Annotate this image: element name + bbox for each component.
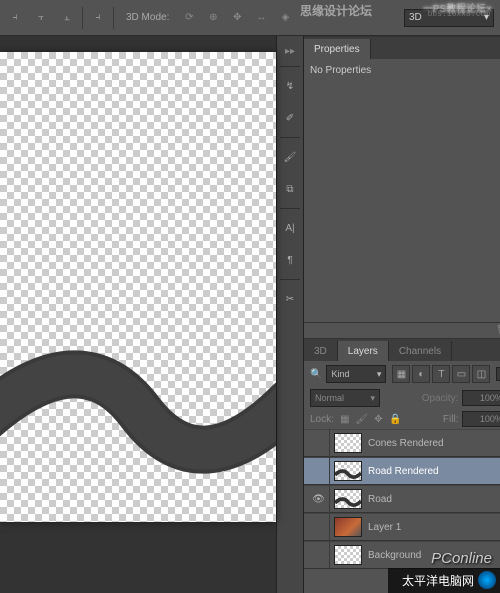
layer-row[interactable]: Road Rendered <box>304 457 500 485</box>
fill-field[interactable]: 100%▾ <box>462 411 500 427</box>
pan-icon[interactable]: ✥ <box>227 9 247 27</box>
fill-label: Fill: <box>443 414 459 425</box>
tab-properties[interactable]: Properties <box>304 39 371 59</box>
tab-layers[interactable]: Layers <box>338 341 389 361</box>
history-icon[interactable]: ↯ <box>277 73 303 99</box>
lock-all-icon[interactable]: 🔒 <box>388 412 402 426</box>
layers-panel-menu-icon[interactable]: ▾≡ <box>496 350 500 361</box>
blend-mode-select[interactable]: Normal ▾ <box>310 389 380 407</box>
brush-presets-icon[interactable]: ✐ <box>277 105 303 131</box>
filter-pixel-icon[interactable]: ▦ <box>392 365 410 383</box>
properties-empty-area <box>304 82 500 322</box>
mode-label: 3D Mode: <box>126 12 169 23</box>
collapsed-panel-strip: ▸▸ ↯ ✐ 🖌 ⧉ A| ¶ ✂ <box>276 36 304 593</box>
opacity-field[interactable]: 100%▾ <box>462 390 500 406</box>
dropdown-caret-icon: ▾ <box>377 369 382 380</box>
layers-panel: 3D Layers Channels ▾≡ 🔍 Kind ▾ ▦ ◐ T ▭ ◫ <box>304 338 500 569</box>
layer-thumb[interactable] <box>334 517 362 537</box>
layer-list: Cones Rendered Road Rendered 👁 Road <box>304 429 500 569</box>
distribute-icon[interactable]: ⫞ <box>89 9 107 27</box>
orbit-icon[interactable]: ⟳ <box>179 9 199 27</box>
slide-icon[interactable]: ↔ <box>251 9 271 27</box>
layer-row[interactable]: Cones Rendered <box>304 429 500 457</box>
tool-presets-icon[interactable]: ✂ <box>277 286 303 312</box>
filter-type-icon[interactable]: T <box>432 365 450 383</box>
search-icon: 🔍 <box>310 369 322 380</box>
blend-mode-value: Normal <box>315 393 344 403</box>
opacity-label: Opacity: <box>422 393 459 404</box>
road-path <box>0 52 276 522</box>
no-properties-label: No Properties <box>310 65 500 76</box>
filter-shape-icon[interactable]: ▭ <box>452 365 470 383</box>
lock-label: Lock: <box>310 414 334 425</box>
filter-kind-select[interactable]: Kind ▾ <box>326 365 386 383</box>
paragraph-icon[interactable]: ¶ <box>277 247 303 273</box>
panel-menu-icon[interactable]: ▾≡ <box>496 48 500 59</box>
top-select-3d[interactable]: 3D ▾ <box>404 9 494 27</box>
layer-row[interactable]: Background 🔒 <box>304 541 500 569</box>
filter-kind-label: Kind <box>331 369 349 379</box>
layer-thumb[interactable] <box>334 433 362 453</box>
tab-3d[interactable]: 3D <box>304 341 338 361</box>
trash-icon[interactable]: 🗑 <box>494 325 500 336</box>
align-right-edges-icon[interactable]: ⫠ <box>58 9 76 27</box>
visibility-toggle[interactable]: 👁 <box>308 485 330 513</box>
lock-image-icon[interactable]: 🖌 <box>355 412 369 426</box>
canvas-area <box>0 36 276 593</box>
layer-name: Cones Rendered <box>368 438 444 449</box>
filter-adjust-icon[interactable]: ◐ <box>412 365 430 383</box>
layer-name: Background <box>368 550 421 561</box>
layer-name: Road Rendered <box>368 466 439 477</box>
visibility-toggle[interactable] <box>308 541 330 569</box>
top-select-value: 3D <box>409 12 422 23</box>
filter-toggle[interactable] <box>496 367 500 381</box>
roll-icon[interactable]: ⊕ <box>203 9 223 27</box>
layer-name: Road <box>368 494 392 505</box>
options-bar: ⫞ ⫟ ⫠ ⫞ 3D Mode: ⟳ ⊕ ✥ ↔ ◈ 3D ▾ <box>0 0 500 36</box>
tab-channels[interactable]: Channels <box>389 341 452 361</box>
clone-source-icon[interactable]: ⧉ <box>277 176 303 202</box>
filter-smart-icon[interactable]: ◫ <box>472 365 490 383</box>
layer-name: Layer 1 <box>368 522 401 533</box>
scale-icon[interactable]: ◈ <box>275 9 295 27</box>
brush-icon[interactable]: 🖌 <box>277 144 303 170</box>
panel-handle-icon[interactable]: ▸▸ <box>287 42 293 60</box>
document-canvas[interactable] <box>0 52 276 522</box>
dropdown-caret-icon: ▾ <box>484 12 489 23</box>
character-icon[interactable]: A| <box>277 215 303 241</box>
layer-row[interactable]: Layer 1 <box>304 513 500 541</box>
eye-icon: 👁 <box>312 494 325 505</box>
layer-row[interactable]: 👁 Road <box>304 485 500 513</box>
lock-position-icon[interactable]: ✥ <box>371 412 385 426</box>
align-left-edges-icon[interactable]: ⫞ <box>6 9 24 27</box>
visibility-toggle[interactable] <box>308 429 330 457</box>
layer-thumb[interactable] <box>334 461 362 481</box>
align-centers-icon[interactable]: ⫟ <box>32 9 50 27</box>
dropdown-caret-icon: ▾ <box>370 393 375 404</box>
properties-panel: Properties ▾≡ No Properties 🗑 <box>304 36 500 338</box>
lock-transparent-icon[interactable]: ▦ <box>338 412 352 426</box>
visibility-toggle[interactable] <box>308 457 330 485</box>
layer-thumb[interactable] <box>334 489 362 509</box>
visibility-toggle[interactable] <box>308 513 330 541</box>
layer-thumb[interactable] <box>334 545 362 565</box>
